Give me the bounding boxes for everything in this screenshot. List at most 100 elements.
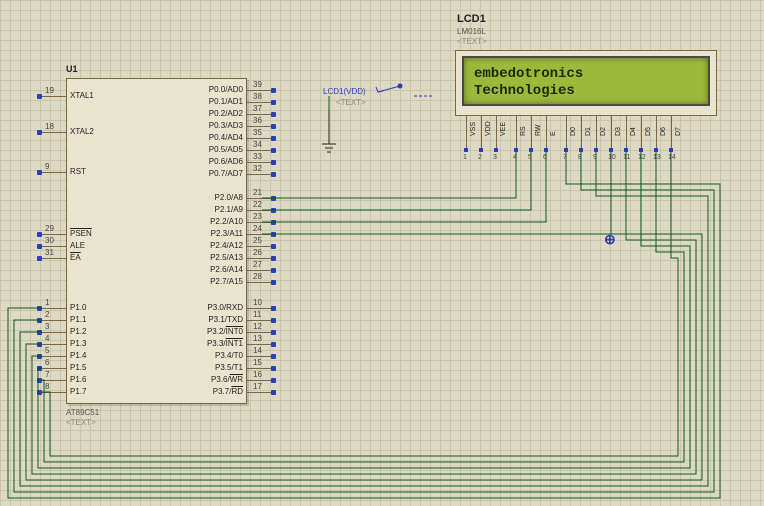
lcd-pin-terminal[interactable] bbox=[624, 148, 628, 152]
pin-terminal[interactable] bbox=[37, 170, 42, 175]
lcd-text: <TEXT> bbox=[457, 37, 487, 46]
pin-terminal[interactable] bbox=[271, 342, 276, 347]
pin-number: 5 bbox=[45, 346, 49, 355]
pin-terminal[interactable] bbox=[271, 232, 276, 237]
pin-terminal[interactable] bbox=[37, 378, 42, 383]
pin-terminal[interactable] bbox=[271, 306, 276, 311]
pin-line bbox=[247, 222, 271, 223]
pin-terminal[interactable] bbox=[37, 354, 42, 359]
lcd-pin-terminal[interactable] bbox=[579, 148, 583, 152]
pin-line bbox=[516, 116, 517, 148]
pin-number: 6 bbox=[45, 358, 49, 367]
pin-terminal[interactable] bbox=[271, 280, 276, 285]
pin-name: P2.1/A9 bbox=[215, 205, 243, 214]
pin-terminal[interactable] bbox=[37, 94, 42, 99]
power-text: <TEXT> bbox=[336, 98, 366, 107]
pin-number: 11 bbox=[253, 310, 261, 319]
pin-name: P2.7/A15 bbox=[210, 277, 243, 286]
pin-number: 14 bbox=[253, 346, 262, 355]
pin-name: P0.0/AD0 bbox=[209, 85, 243, 94]
pin-terminal[interactable] bbox=[271, 330, 276, 335]
pin-terminal[interactable] bbox=[271, 244, 276, 249]
pin-terminal[interactable] bbox=[271, 148, 276, 153]
pin-terminal[interactable] bbox=[37, 130, 42, 135]
pin-terminal[interactable] bbox=[37, 256, 42, 261]
pin-line bbox=[641, 116, 642, 148]
pin-line bbox=[42, 356, 66, 357]
pin-name: P2.4/A12 bbox=[210, 241, 243, 250]
lcd-pin-terminal[interactable] bbox=[594, 148, 598, 152]
lcd-pin-number: 2 bbox=[478, 154, 482, 161]
lcd-pin-terminal[interactable] bbox=[669, 148, 673, 152]
pin-name: P2.6/A14 bbox=[210, 265, 243, 274]
pin-terminal[interactable] bbox=[271, 100, 276, 105]
pin-terminal[interactable] bbox=[37, 330, 42, 335]
lcd-ref: LCD1 bbox=[457, 13, 486, 25]
lcd-pin-terminal[interactable] bbox=[544, 148, 548, 152]
pin-terminal[interactable] bbox=[37, 366, 42, 371]
pin-terminal[interactable] bbox=[271, 172, 276, 177]
pin-line bbox=[247, 114, 271, 115]
lcd-pin-number: 3 bbox=[493, 154, 497, 161]
pin-name: P0.1/AD1 bbox=[209, 97, 243, 106]
pin-number: 16 bbox=[253, 370, 262, 379]
pin-terminal[interactable] bbox=[271, 196, 276, 201]
lcd-pin-terminal[interactable] bbox=[529, 148, 533, 152]
pin-terminal[interactable] bbox=[37, 306, 42, 311]
lcd-pin-name: RW bbox=[535, 124, 542, 136]
pin-line bbox=[596, 116, 597, 148]
lcd-pin-terminal[interactable] bbox=[479, 148, 483, 152]
pin-line bbox=[247, 90, 271, 91]
cursor-crosshair-icon: ⊕ bbox=[604, 231, 616, 248]
pin-terminal[interactable] bbox=[271, 366, 276, 371]
pin-name: P0.4/AD4 bbox=[209, 133, 243, 142]
lcd-pin-number: 6 bbox=[543, 154, 547, 161]
pin-terminal[interactable] bbox=[271, 318, 276, 323]
pin-terminal[interactable] bbox=[37, 232, 42, 237]
pin-name: P3.5/T1 bbox=[215, 363, 243, 372]
mcu-part: AT89C51 bbox=[66, 408, 99, 417]
pin-terminal[interactable] bbox=[271, 390, 276, 395]
pin-line bbox=[247, 356, 271, 357]
lcd-pin-name: D1 bbox=[585, 127, 592, 136]
pin-line bbox=[247, 234, 271, 235]
pin-terminal[interactable] bbox=[271, 378, 276, 383]
pin-terminal[interactable] bbox=[271, 136, 276, 141]
pin-terminal[interactable] bbox=[271, 88, 276, 93]
pin-terminal[interactable] bbox=[37, 318, 42, 323]
lcd-pin-terminal[interactable] bbox=[564, 148, 568, 152]
pin-name: P2.2/A10 bbox=[210, 217, 243, 226]
lcd-pin-terminal[interactable] bbox=[654, 148, 658, 152]
pin-terminal[interactable] bbox=[271, 220, 276, 225]
lcd-pin-name: D2 bbox=[600, 127, 607, 136]
pin-terminal[interactable] bbox=[271, 124, 276, 129]
lcd-pin-terminal[interactable] bbox=[494, 148, 498, 152]
pin-number: 17 bbox=[253, 382, 262, 391]
lcd-pin-name: RS bbox=[520, 126, 527, 136]
pin-line bbox=[626, 116, 627, 148]
pin-terminal[interactable] bbox=[271, 160, 276, 165]
pin-terminal[interactable] bbox=[37, 244, 42, 249]
pin-line bbox=[247, 380, 271, 381]
pin-number: 38 bbox=[253, 92, 262, 101]
pin-terminal[interactable] bbox=[271, 354, 276, 359]
pin-terminal[interactable] bbox=[37, 390, 42, 395]
pin-line bbox=[42, 132, 66, 133]
lcd-pin-terminal[interactable] bbox=[514, 148, 518, 152]
pin-line bbox=[466, 116, 467, 148]
pin-number: 19 bbox=[45, 86, 54, 95]
pin-line bbox=[42, 368, 66, 369]
lcd-pin-terminal[interactable] bbox=[639, 148, 643, 152]
lcd-pin-terminal[interactable] bbox=[464, 148, 468, 152]
pin-terminal[interactable] bbox=[271, 112, 276, 117]
pin-terminal[interactable] bbox=[271, 268, 276, 273]
pin-terminal[interactable] bbox=[37, 342, 42, 347]
pin-number: 33 bbox=[253, 152, 262, 161]
pin-terminal[interactable] bbox=[271, 256, 276, 261]
pin-name: P1.6 bbox=[70, 375, 86, 384]
pin-terminal[interactable] bbox=[271, 208, 276, 213]
pin-number: 18 bbox=[45, 122, 54, 131]
pin-number: 29 bbox=[45, 224, 54, 233]
pin-line bbox=[247, 174, 271, 175]
lcd-pin-terminal[interactable] bbox=[609, 148, 613, 152]
